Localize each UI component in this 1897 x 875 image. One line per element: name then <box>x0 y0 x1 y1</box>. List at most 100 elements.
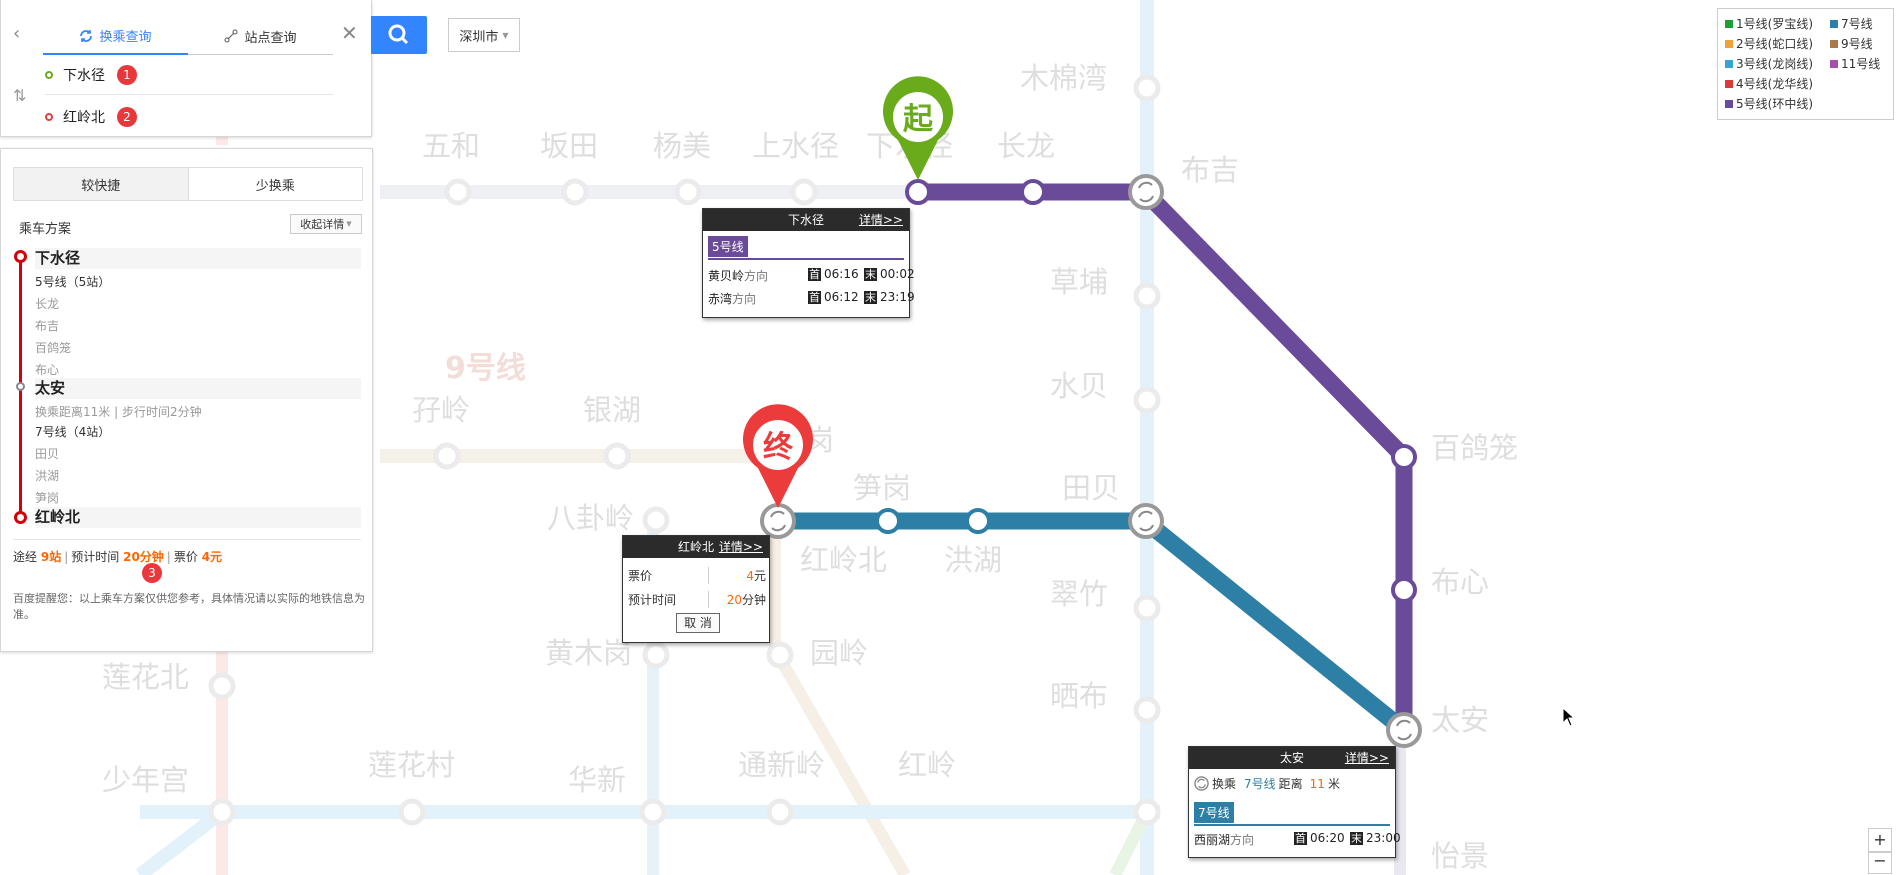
station-node-sungang[interactable] <box>875 508 901 534</box>
fare-row: 票价 4元 <box>628 566 766 584</box>
legend-item[interactable]: 9号线 <box>1830 35 1873 52</box>
chevron-down-icon: ▼ <box>346 220 352 228</box>
last-train-time: 23:19 <box>880 290 915 304</box>
transfer-node-buji[interactable] <box>1128 174 1164 210</box>
station-sungang: 笋岗 <box>853 471 911 505</box>
cancel-button[interactable]: 取 消 <box>676 613 720 633</box>
back-arrow-icon[interactable]: ‹ <box>13 25 29 43</box>
end-dot-icon <box>45 113 53 121</box>
step-line5: 5号线（5站） <box>35 275 111 289</box>
station-node-buxin[interactable] <box>1391 577 1417 603</box>
collapse-label: 收起详情 <box>300 218 345 231</box>
direction-station: 赤湾 <box>708 292 733 306</box>
popup-start-station: 下水径 详情>> 5号线 黄贝岭方向 首 06:16 末 00:02 赤湾方向 首… <box>702 208 915 318</box>
transfer-node-tianbei[interactable] <box>1128 503 1164 539</box>
step-station: 布吉 <box>35 319 60 333</box>
close-icon[interactable]: ✕ <box>341 23 359 43</box>
line9-label: 9号线 <box>445 351 526 386</box>
transfer-info: 换乘 7号线 距离 11 米 <box>1194 775 1340 792</box>
legend-swatch <box>1725 99 1733 108</box>
legend-item[interactable]: 2号线(蛇口线) <box>1725 35 1813 52</box>
direction-station: 黄贝岭 <box>708 269 745 283</box>
transfer-node-honglingbei[interactable] <box>760 503 796 539</box>
popup-end-station: 红岭北 详情>> 票价 4元 预计时间 20分钟 取 消 <box>622 535 770 643</box>
tab-station-query[interactable]: 站点查询 <box>188 18 333 54</box>
end-station-text: 红岭北 <box>63 110 105 126</box>
last-train-label: 末 <box>864 291 877 304</box>
legend-swatch <box>1725 79 1733 88</box>
collapse-details-button[interactable]: 收起详情 ▼ <box>290 214 362 234</box>
station-ziling: 孖岭 <box>412 393 470 427</box>
via-label: 途经 <box>13 550 38 564</box>
timeline-transfer-dot <box>16 382 25 391</box>
popup-detail-link[interactable]: 详情>> <box>859 209 903 231</box>
station-taian: 太安 <box>1431 703 1489 737</box>
step-station: 笋岗 <box>35 491 60 505</box>
end-station-field[interactable]: 红岭北 2 <box>45 98 333 136</box>
legend-item[interactable]: 3号线(龙岗线) <box>1725 55 1813 72</box>
start-marker-icon[interactable]: 起 <box>883 76 953 180</box>
start-number-badge: 1 <box>117 65 137 85</box>
legend-item[interactable]: 4号线(龙华线) <box>1725 75 1813 92</box>
station-lianhuabei: 莲花北 <box>102 660 189 694</box>
legend-swatch <box>1830 39 1838 48</box>
legend-swatch <box>1725 19 1733 28</box>
popup-detail-link[interactable]: 详情>> <box>1345 747 1389 769</box>
city-label: 深圳市 <box>459 29 499 45</box>
station-tianbei: 田贝 <box>1062 471 1120 505</box>
route-summary: 途经 9站 | 预计时间 20分钟 | 票价 4元 <box>13 539 361 565</box>
svg-text:起: 起 <box>903 102 934 137</box>
station-node-baigelong[interactable] <box>1391 444 1417 470</box>
zoom-in-button[interactable]: + <box>1868 828 1892 852</box>
tab-station-label: 站点查询 <box>244 30 297 46</box>
tab-transfer-label: 换乘查询 <box>99 30 152 45</box>
start-station-field[interactable]: 下水径 1 <box>45 56 333 95</box>
tab-less-transfer[interactable]: 少换乘 <box>188 168 362 200</box>
legend-item[interactable]: 1号线(罗宝线) <box>1725 15 1813 32</box>
step-transfer-station: 太安 <box>35 378 361 399</box>
station-bantian: 坂田 <box>540 129 598 163</box>
station-shaoniangong: 少年宫 <box>102 763 189 797</box>
station-wuhe: 五和 <box>422 129 480 163</box>
route-line5 <box>918 183 1413 730</box>
station-honghu: 洪湖 <box>944 543 1002 577</box>
station-buxin: 布心 <box>1431 565 1489 599</box>
station-shangshuijing: 上水径 <box>752 129 839 163</box>
step-end-station: 红岭北 <box>35 507 361 528</box>
swap-icon[interactable]: ⇅ <box>13 86 26 105</box>
transfer-node-taian[interactable] <box>1386 712 1422 748</box>
last-train-time: 00:02 <box>880 267 915 281</box>
tab-transfer-query[interactable]: 换乘查询 <box>43 18 188 55</box>
section-title: 乘车方案 <box>19 222 72 237</box>
first-train-time: 06:20 <box>1310 831 1345 845</box>
legend-item[interactable]: 11号线 <box>1830 55 1880 72</box>
station-node-changlong[interactable] <box>1020 179 1046 205</box>
time-label: 预计时间 <box>71 550 120 564</box>
legend-item[interactable]: 7号线 <box>1830 15 1873 32</box>
station-yuanling: 园岭 <box>810 636 868 670</box>
search-panel: ‹ 换乘查询 站点查询 ✕ ⇅ 下水径 1 红岭北 2 <box>0 0 372 137</box>
legend-swatch <box>1725 39 1733 48</box>
timeline-end-dot <box>14 511 27 524</box>
station-node-honghu[interactable] <box>965 508 991 534</box>
search-button[interactable] <box>371 16 427 54</box>
legend-item[interactable]: 5号线(环中线) <box>1725 95 1813 112</box>
tab-fastest[interactable]: 较快捷 <box>14 168 189 200</box>
step-station: 长龙 <box>35 297 60 311</box>
start-station-text: 下水径 <box>63 68 105 84</box>
first-train-label: 首 <box>1294 832 1307 845</box>
popup-detail-link[interactable]: 详情>> <box>719 536 763 558</box>
schedule-row: 赤湾方向 首 06:12 末 23:19 <box>708 290 915 306</box>
station-node-xiashuijing[interactable] <box>905 179 931 205</box>
last-train-time: 23:00 <box>1366 831 1401 845</box>
station-bagualing: 八卦岭 <box>547 501 634 535</box>
zoom-out-button[interactable]: − <box>1868 852 1892 874</box>
end-marker-icon[interactable]: 终 <box>742 404 813 508</box>
step-line7: 7号线（4站） <box>35 425 111 439</box>
popup-transfer-station: 太安 详情>> 换乘 7号线 距离 11 米 7号线 西丽湖方向 首 06:20 末… <box>1188 746 1401 858</box>
transfer-icon <box>1194 776 1209 791</box>
svg-text:终: 终 <box>763 430 794 465</box>
step-start-station: 下水径 <box>35 248 361 269</box>
schedule-row: 西丽湖方向 首 06:20 末 23:00 <box>1194 831 1401 847</box>
city-selector[interactable]: 深圳市 ▼ <box>448 18 520 52</box>
